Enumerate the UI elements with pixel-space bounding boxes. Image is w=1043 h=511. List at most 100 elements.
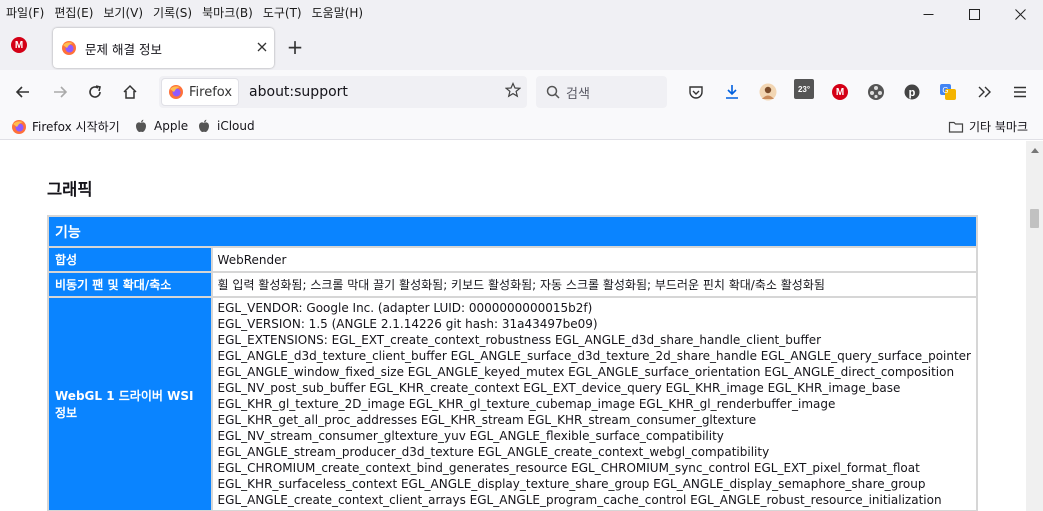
value-line: EGL_KHR_gl_texture_2D_image EGL_KHR_gl_t… bbox=[217, 397, 836, 411]
value-line: EGL_KHR_get_all_proc_addresses EGL_KHR_s… bbox=[217, 413, 757, 427]
table-section-title: 기능 bbox=[47, 215, 978, 248]
other-bookmarks-label: 기타 북마크 bbox=[969, 120, 1029, 134]
bookmark-label: Firefox 시작하기 bbox=[32, 120, 120, 134]
value-line: 휠 입력 활성화됨; 스크롤 막대 끌기 활성화됨; 키보드 활성화됨; 자동 … bbox=[217, 277, 825, 292]
close-icon bbox=[1014, 8, 1026, 20]
menu-view[interactable]: 보기(V) bbox=[98, 4, 148, 21]
vertical-scrollbar[interactable] bbox=[1026, 141, 1043, 511]
bookmark-apple[interactable]: Apple bbox=[133, 118, 188, 134]
menu-history[interactable]: 기록(S) bbox=[148, 4, 197, 21]
graphics-features-table: 기능 합성 WebRender 비동기 팬 및 확대/축소 휠 입력 활성화됨;… bbox=[47, 215, 979, 511]
value-line: EGL_ANGLE_window_fixed_size EGL_ANGLE_ke… bbox=[217, 365, 955, 379]
star-icon bbox=[504, 82, 522, 98]
bookmark-firefox-start[interactable]: Firefox 시작하기 bbox=[11, 118, 120, 135]
menu-help[interactable]: 도움말(H) bbox=[307, 4, 369, 21]
back-button[interactable] bbox=[9, 78, 37, 106]
nav-bar: Firefox about:support 검색 23° M p G bbox=[0, 70, 1043, 114]
triangle-up-icon bbox=[1030, 147, 1039, 153]
search-input[interactable]: 검색 bbox=[536, 76, 667, 108]
firefox-icon bbox=[62, 41, 76, 55]
value-line: WebRender bbox=[217, 252, 287, 267]
translate-extension-button[interactable]: G bbox=[938, 82, 958, 102]
home-icon bbox=[123, 84, 137, 99]
tab-close-button[interactable] bbox=[250, 40, 274, 56]
tab-troubleshooting[interactable]: 문제 해결 정보 bbox=[53, 28, 274, 68]
page-content: 그래픽 기능 합성 WebRender 비동기 팬 및 확대/축소 휠 입력 활… bbox=[0, 141, 1026, 511]
bookmark-icloud[interactable]: iCloud bbox=[196, 118, 255, 134]
folder-icon bbox=[948, 121, 964, 133]
value-line: EGL_NV_stream_consumer_gltexture_yuv EGL… bbox=[217, 429, 724, 443]
row-value[interactable]: EGL_VENDOR: Google Inc. (adapter LUID: 0… bbox=[210, 296, 979, 511]
other-bookmarks-folder[interactable]: 기타 북마크 bbox=[948, 118, 1028, 135]
reload-icon bbox=[89, 85, 101, 98]
scroll-up-button[interactable] bbox=[1026, 141, 1043, 158]
pinterest-icon: p bbox=[904, 84, 920, 100]
menu-tools[interactable]: 도구(T) bbox=[258, 4, 307, 21]
translate-icon: G bbox=[940, 84, 956, 100]
close-icon bbox=[257, 42, 267, 52]
chevron-double-right-icon bbox=[978, 86, 991, 98]
hamburger-menu-icon bbox=[1014, 86, 1026, 98]
menu-edit[interactable]: 편집(E) bbox=[49, 4, 98, 21]
row-label: WebGL 1 드라이버 WSI 정보 bbox=[47, 296, 213, 511]
weather-extension-button[interactable]: 23° bbox=[794, 79, 814, 99]
identity-label: Firefox bbox=[189, 84, 233, 100]
downloads-button[interactable] bbox=[722, 82, 742, 102]
tab-bar: M 문제 해결 정보 + bbox=[0, 24, 1043, 70]
menu-bookmarks[interactable]: 북마크(B) bbox=[197, 4, 258, 21]
download-icon bbox=[726, 85, 738, 99]
tab-title: 문제 해결 정보 bbox=[85, 41, 162, 57]
value-line: EGL_KHR_surfaceless_context EGL_ANGLE_di… bbox=[217, 477, 926, 491]
overflow-menu-button[interactable] bbox=[974, 82, 994, 102]
table-section-row: 기능 bbox=[47, 215, 978, 248]
app-menu-button[interactable] bbox=[1010, 82, 1030, 102]
url-bar[interactable]: Firefox about:support bbox=[159, 76, 527, 108]
bookmark-star-button[interactable] bbox=[499, 82, 527, 102]
pocket-button[interactable] bbox=[686, 82, 706, 102]
table-row: 합성 WebRender bbox=[47, 246, 979, 273]
value-line: EGL_CHROMIUM_create_context_bind_generat… bbox=[217, 461, 920, 475]
search-placeholder: 검색 bbox=[566, 86, 590, 102]
row-value[interactable]: 휠 입력 활성화됨; 스크롤 막대 끌기 활성화됨; 키보드 활성화됨; 자동 … bbox=[210, 271, 979, 298]
mega-icon: M bbox=[832, 84, 848, 100]
reload-button[interactable] bbox=[81, 78, 109, 106]
scrollbar-thumb[interactable] bbox=[1030, 209, 1039, 228]
url-text[interactable]: about:support bbox=[249, 84, 499, 100]
firefox-icon bbox=[169, 85, 183, 99]
bookmark-label: iCloud bbox=[217, 119, 255, 133]
maximize-icon bbox=[968, 8, 980, 20]
pinned-tab-mega[interactable]: M bbox=[8, 34, 30, 56]
menu-file[interactable]: 파일(F) bbox=[0, 4, 49, 21]
bookmark-label: Apple bbox=[154, 119, 189, 133]
bookmarks-toolbar: Firefox 시작하기 Apple iCloud 기타 북마크 bbox=[0, 114, 1043, 140]
identity-box[interactable]: Firefox bbox=[161, 78, 240, 106]
menu-bar: 파일(F) 편집(E) 보기(V) 기록(S) 북마크(B) 도구(T) 도움말… bbox=[0, 0, 1043, 24]
mega-icon: M bbox=[11, 37, 27, 53]
value-line: EGL_VENDOR: Google Inc. (adapter LUID: 0… bbox=[217, 301, 593, 315]
apple-icon bbox=[199, 119, 209, 132]
value-line: EGL_EXTENSIONS: EGL_EXT_create_context_r… bbox=[217, 333, 822, 347]
row-value[interactable]: WebRender bbox=[210, 246, 979, 273]
forward-button[interactable] bbox=[46, 78, 74, 106]
mega-extension-button[interactable]: M bbox=[830, 82, 850, 102]
value-line: EGL_ANGLE_create_context_client_arrays E… bbox=[217, 493, 942, 507]
pocket-icon bbox=[689, 86, 703, 99]
value-line: EGL_ANGLE_stream_producer_d3d_texture EG… bbox=[217, 445, 770, 459]
minimize-icon bbox=[923, 13, 933, 15]
apple-icon bbox=[136, 119, 146, 132]
row-label: 비동기 팬 및 확대/축소 bbox=[47, 271, 213, 298]
svg-text:G: G bbox=[942, 86, 948, 95]
firefox-icon bbox=[12, 119, 26, 134]
weather-icon: 23° bbox=[794, 79, 814, 99]
back-arrow-icon bbox=[15, 86, 29, 98]
account-button[interactable] bbox=[758, 82, 778, 102]
value-line: EGL_ANGLE_d3d_texture_client_buffer EGL_… bbox=[217, 349, 971, 363]
value-line: EGL_VERSION: 1.5 (ANGLE 2.1.14226 git ha… bbox=[217, 317, 598, 331]
table-row: WebGL 1 드라이버 WSI 정보 EGL_VENDOR: Google I… bbox=[47, 296, 979, 511]
home-button[interactable] bbox=[116, 78, 144, 106]
new-tab-button[interactable]: + bbox=[283, 36, 307, 60]
film-extension-button[interactable] bbox=[866, 82, 886, 102]
row-label: 합성 bbox=[47, 246, 213, 273]
pinterest-extension-button[interactable]: p bbox=[902, 82, 922, 102]
avatar-icon bbox=[759, 83, 777, 101]
